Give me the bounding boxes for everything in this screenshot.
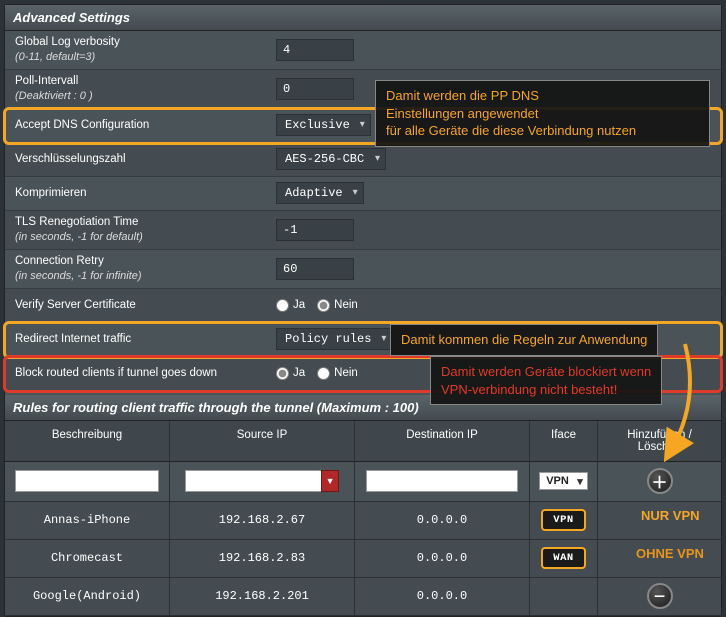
row-dst: 0.0.0.0 — [355, 578, 530, 615]
annotation-block: Damit werden Geräte blockiert wenn VPN-v… — [430, 356, 662, 405]
compress-select[interactable]: Adaptive — [276, 182, 364, 204]
rule-src-dropdown-icon[interactable]: ▼ — [321, 470, 339, 492]
rule-desc-input[interactable] — [15, 470, 159, 492]
log-verbosity-input[interactable] — [276, 39, 354, 61]
rule-iface-select[interactable]: VPN — [539, 472, 588, 490]
col-action-header: Hinzufügen / Löschen — [598, 421, 721, 461]
conn-retry-label: Connection Retry(in seconds, -1 for infi… — [5, 250, 270, 288]
add-rule-button[interactable]: ＋ — [647, 468, 673, 494]
annotation-redirect: Damit kommen die Regeln zur Anwendung — [390, 324, 658, 356]
poll-interval-input[interactable] — [276, 78, 354, 100]
row-dst: 0.0.0.0 — [355, 502, 530, 539]
verify-cert-label: Verify Server Certificate — [5, 294, 270, 317]
poll-interval-label: Poll-Intervall(Deaktiviert : 0 ) — [5, 70, 270, 108]
row-dst: 0.0.0.0 — [355, 540, 530, 577]
label-ohne-vpn: OHNE VPN — [636, 546, 704, 561]
verify-cert-no[interactable] — [317, 299, 330, 312]
table-row: Annas-iPhone 192.168.2.67 0.0.0.0 VPN — [5, 502, 721, 540]
rules-table-header: Beschreibung Source IP Destination IP If… — [5, 421, 721, 462]
col-dst-header: Destination IP — [355, 421, 530, 461]
col-src-header: Source IP — [170, 421, 355, 461]
compress-label: Komprimieren — [5, 182, 270, 205]
row-desc: Google(Android) — [5, 578, 170, 615]
label-nur-vpn: NUR VPN — [641, 508, 700, 523]
accept-dns-select[interactable]: Exclusive — [276, 114, 371, 136]
block-routed-no[interactable] — [317, 367, 330, 380]
log-verbosity-label: Global Log verbosity(0-11, default=3) — [5, 31, 270, 69]
row-src: 192.168.2.83 — [170, 540, 355, 577]
tls-reneg-label: TLS Renegotiation Time(in seconds, -1 fo… — [5, 211, 270, 249]
block-routed-label: Block routed clients if tunnel goes down — [5, 362, 270, 385]
delete-rule-button[interactable]: — — [647, 583, 673, 609]
tls-reneg-input[interactable] — [276, 219, 354, 241]
row-src: 192.168.2.201 — [170, 578, 355, 615]
row-desc: Chromecast — [5, 540, 170, 577]
cipher-select[interactable]: AES-256-CBC — [276, 148, 386, 170]
redirect-traffic-label: Redirect Internet traffic — [5, 328, 270, 351]
rules-input-row: ▼ VPN ＋ — [5, 462, 721, 502]
row-desc: Annas-iPhone — [5, 502, 170, 539]
col-iface-header: Iface — [530, 421, 598, 461]
rule-dst-input[interactable] — [366, 470, 519, 492]
block-routed-radio-group: Ja Nein — [276, 367, 358, 380]
rule-src-input[interactable] — [185, 470, 322, 492]
advanced-settings-title: Advanced Settings — [5, 5, 721, 31]
table-row: Chromecast 192.168.2.83 0.0.0.0 WAN — [5, 540, 721, 578]
accept-dns-label: Accept DNS Configuration — [5, 114, 270, 137]
verify-cert-radio-group: Ja Nein — [276, 299, 358, 312]
redirect-traffic-select[interactable]: Policy rules — [276, 328, 392, 350]
col-desc-header: Beschreibung — [5, 421, 170, 461]
annotation-dns: Damit werden die PP DNS Einstellungen an… — [375, 80, 710, 147]
row-iface-badge: WAN — [542, 548, 584, 568]
conn-retry-input[interactable] — [276, 258, 354, 280]
cipher-label: Verschlüsselungszahl — [5, 148, 270, 171]
verify-cert-yes[interactable] — [276, 299, 289, 312]
row-iface-badge: VPN — [542, 510, 584, 530]
table-row: Google(Android) 192.168.2.201 0.0.0.0 — — [5, 578, 721, 616]
row-src: 192.168.2.67 — [170, 502, 355, 539]
block-routed-yes[interactable] — [276, 367, 289, 380]
